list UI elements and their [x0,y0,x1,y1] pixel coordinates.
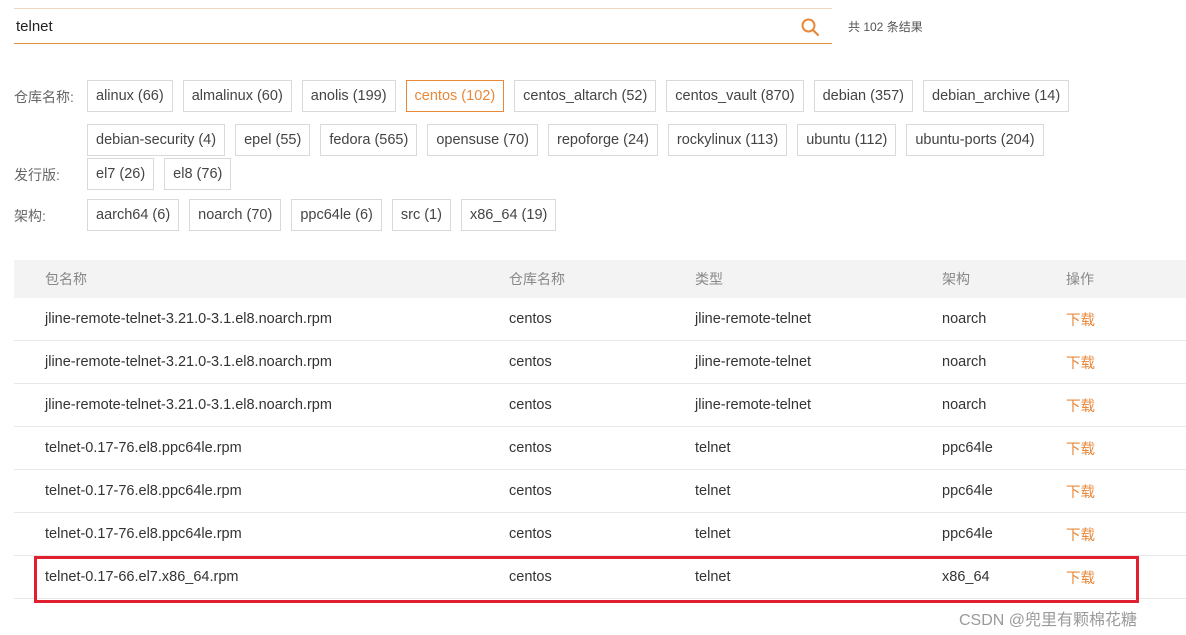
arch-chip[interactable]: aarch64 (6) [87,199,180,231]
download-link[interactable]: 下载 [1066,481,1166,502]
repo-chip[interactable]: alinux (66) [87,80,173,112]
result-count: 共 102 条结果 [848,20,923,34]
arch-filter: 架构: aarch64 (6) noarch (70) ppc64le (6) src… [14,199,1167,231]
table-row: jline-remote-telnet-3.21.0-3.1.el8.noarc… [14,341,1186,384]
repo-chip-list: alinux (66) almalinux (60) anolis (199) cen… [87,80,1167,156]
repo-chip[interactable]: debian-security (4) [87,124,226,156]
cell-name: telnet-0.17-76.el8.ppc64le.rpm [45,483,242,499]
repo-chip[interactable]: centos_vault (870) [666,80,804,112]
repo-chip[interactable]: ubuntu (112) [797,124,897,156]
cell-repo: centos [509,354,552,370]
repo-chip[interactable]: epel (55) [235,124,311,156]
cell-arch: ppc64le [942,483,993,499]
repo-chip[interactable]: debian (357) [813,80,913,112]
cell-name: telnet-0.17-76.el8.ppc64le.rpm [45,440,242,456]
cell-type: jline-remote-telnet [695,311,812,327]
repo-chip[interactable]: rockylinux (113) [667,124,788,156]
repo-chip[interactable]: centos (102) [405,80,505,112]
header-name: 包名称 [45,271,87,287]
cell-repo: centos [509,440,552,456]
download-link[interactable]: 下载 [1066,352,1166,373]
arch-chip[interactable]: src (1) [391,199,451,231]
arch-chip[interactable]: noarch (70) [189,199,282,231]
table-row: telnet-0.17-76.el8.ppc64le.rpm centos teln… [14,513,1186,556]
package-table: 包名称 仓库名称 类型 架构 操作 jline-remote-telnet-3.… [14,260,1186,599]
header-op: 操作 [1066,271,1094,287]
repo-chip[interactable]: ubuntu-ports (204) [906,124,1044,156]
cell-type: jline-remote-telnet [695,354,812,370]
cell-name: telnet-0.17-76.el8.ppc64le.rpm [45,526,242,542]
cell-repo: centos [509,526,552,542]
repo-chip[interactable]: centos_altarch (52) [514,80,657,112]
cell-name: jline-remote-telnet-3.21.0-3.1.el8.noarc… [45,397,332,413]
release-chip-list: el7 (26) el8 (76) [87,158,1167,190]
cell-name: jline-remote-telnet-3.21.0-3.1.el8.noarc… [45,311,332,327]
cell-type: jline-remote-telnet [695,397,812,413]
repo-chip[interactable]: anolis (199) [301,80,396,112]
repo-chip[interactable]: almalinux (60) [182,80,292,112]
table-row: telnet-0.17-76.el8.ppc64le.rpm centos teln… [14,470,1186,513]
arch-chip-list: aarch64 (6) noarch (70) ppc64le (6) src (1)… [87,199,1167,231]
repo-chip[interactable]: repoforge (24) [548,124,658,156]
header-type: 类型 [695,271,723,287]
table-row: jline-remote-telnet-3.21.0-3.1.el8.noarc… [14,384,1186,427]
table-row: telnet-0.17-66.el7.x86_64.rpm centos telne… [14,556,1186,599]
cell-repo: centos [509,483,552,499]
download-link[interactable]: 下载 [1066,309,1166,330]
table-row: jline-remote-telnet-3.21.0-3.1.el8.noarc… [14,298,1186,341]
download-link[interactable]: 下载 [1066,395,1166,416]
table-header: 包名称 仓库名称 类型 架构 操作 [14,260,1186,298]
repo-chip[interactable]: fedora (565) [320,124,418,156]
header-repo: 仓库名称 [509,271,565,287]
arch-filter-label: 架构: [14,208,46,224]
search-input[interactable] [14,11,774,41]
search-bar [14,8,832,44]
cell-type: telnet [695,483,731,499]
release-chip[interactable]: el8 (76) [164,158,232,190]
cell-arch: noarch [942,311,987,327]
repo-filter-label: 仓库名称: [14,89,74,105]
cell-arch: noarch [942,397,987,413]
release-filter-label: 发行版: [14,167,60,183]
table-row: telnet-0.17-76.el8.ppc64le.rpm centos teln… [14,427,1186,470]
cell-repo: centos [509,397,552,413]
repo-filter: 仓库名称: alinux (66) almalinux (60) anolis (1… [14,80,1167,156]
cell-repo: centos [509,311,552,327]
cell-name: telnet-0.17-66.el7.x86_64.rpm [45,569,239,585]
release-filter: 发行版: el7 (26) el8 (76) [14,158,1167,190]
cell-repo: centos [509,569,552,585]
cell-type: telnet [695,526,731,542]
cell-arch: ppc64le [942,526,993,542]
header-arch: 架构 [942,271,970,287]
cell-arch: noarch [942,354,987,370]
repo-chip[interactable]: debian_archive (14) [923,80,1070,112]
watermark: CSDN @兜里有颗棉花糖 [959,612,1138,629]
download-link[interactable]: 下载 [1066,438,1166,459]
download-link[interactable]: 下载 [1066,567,1166,588]
cell-arch: x86_64 [942,569,990,585]
cell-type: telnet [695,440,731,456]
table-body: jline-remote-telnet-3.21.0-3.1.el8.noarc… [14,298,1186,599]
download-link[interactable]: 下载 [1066,524,1166,545]
arch-chip[interactable]: ppc64le (6) [291,199,382,231]
cell-arch: ppc64le [942,440,993,456]
release-chip[interactable]: el7 (26) [87,158,155,190]
cell-name: jline-remote-telnet-3.21.0-3.1.el8.noarc… [45,354,332,370]
cell-type: telnet [695,569,731,585]
search-icon[interactable] [800,17,820,37]
repo-chip[interactable]: opensuse (70) [427,124,539,156]
arch-chip[interactable]: x86_64 (19) [460,199,557,231]
